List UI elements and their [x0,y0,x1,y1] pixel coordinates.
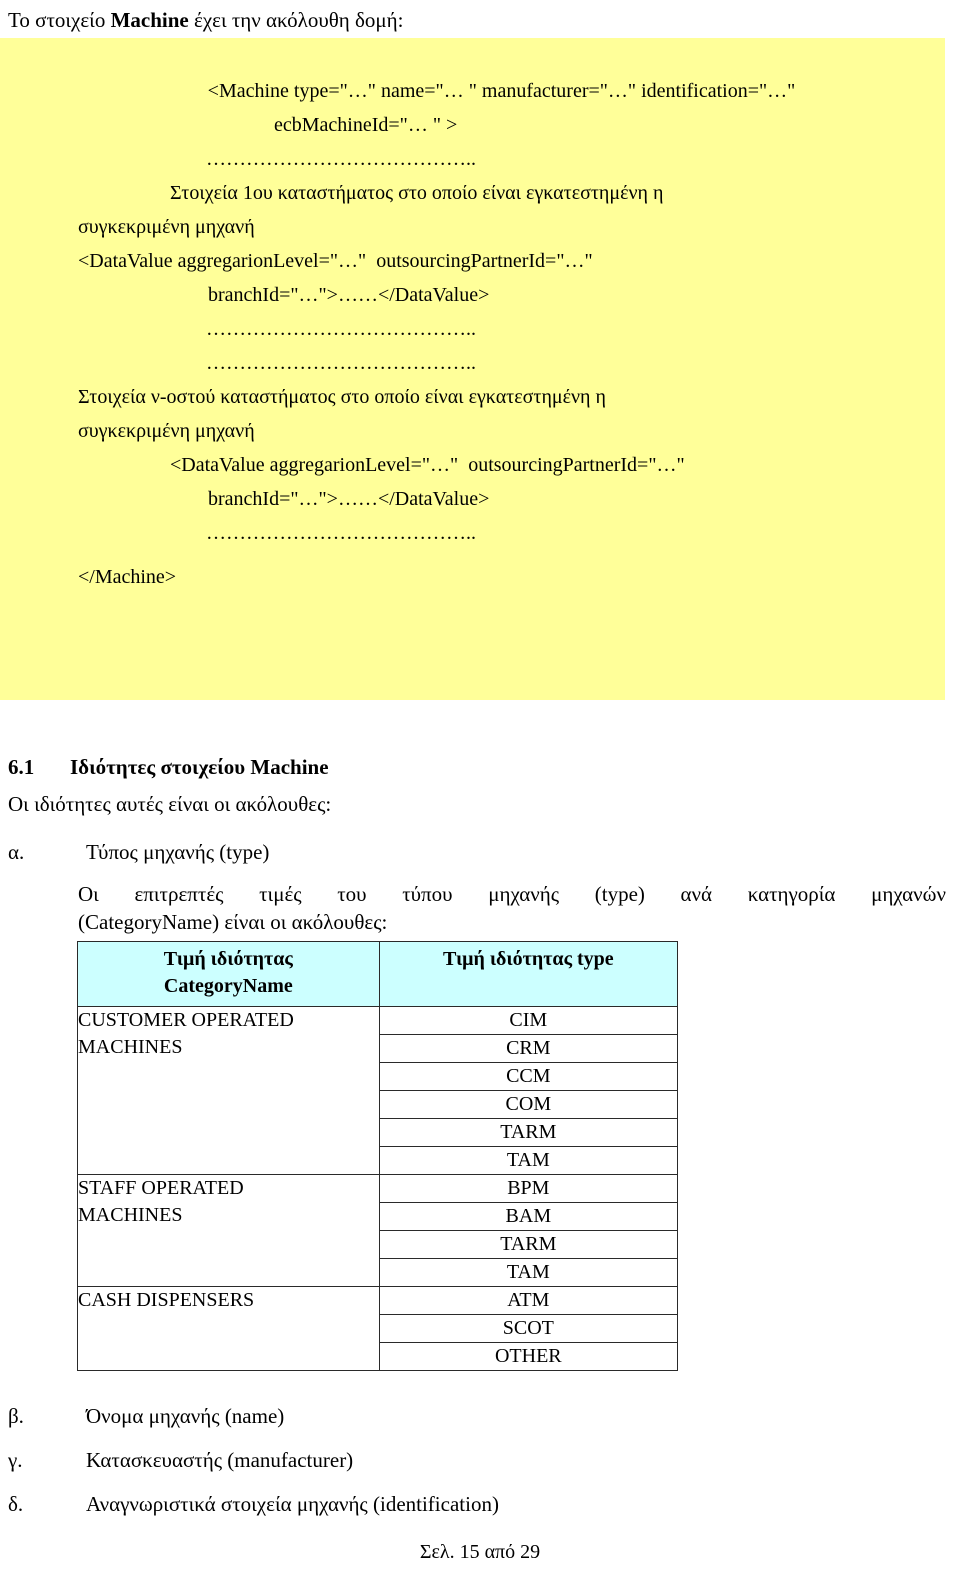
type-cell: BAM [378,1202,679,1231]
list-item-b-marker: β. [8,1404,24,1428]
section-heading: 6.1 Ιδιότητες στοιχείου Machine [8,755,329,780]
type-cell: TARM [378,1230,679,1259]
table-header-categoryname: Τιμή ιδιότητας CategoryName [77,941,380,1007]
code-line-branchn-desc: Στοιχεία ν-οστού καταστήματος στο οποίο … [78,386,606,408]
code-line-branchn-desc-cont: συγκεκριμένη μηχανή [78,420,255,442]
intro-text-before: Το στοιχείο [8,8,111,32]
code-line-branch1-desc: Στοιχεία 1ου καταστήματος στο οποίο είνα… [170,182,664,204]
category-line-1: CUSTOMER OPERATED [78,1009,294,1031]
machine-type-table: Τιμή ιδιότητας CategoryName Τιμή ιδιότητ… [77,941,679,1371]
intro-text-after: έχει την ακόλουθη δομή: [188,8,404,32]
category-line-2: MACHINES [78,1036,183,1058]
type-cell: OTHER [378,1342,679,1371]
table-row: CUSTOMER OPERATED MACHINES CIM [77,1006,679,1175]
paragraph-line-2: (CategoryName) είναι οι ακόλουθες: [78,910,388,934]
header-categoryname-line2: CategoryName [163,975,293,997]
code-line-dots-2: ………………………………….. [206,318,476,340]
code-line-machine-close: </Machine> [78,566,177,588]
list-item-c-marker: γ. [8,1448,23,1472]
list-item-b: β. Όνομα μηχανής (name) [8,1404,284,1429]
code-line-datavalue1-open: <DataValue aggregarionLevel="…" outsourc… [78,250,593,272]
list-item-a-marker: α. [8,840,25,864]
list-item-a-text: Τύπος μηχανής (type) [86,840,270,864]
section-number: 6.1 [8,755,35,779]
xml-structure-code-block: <Machine type="…" name="… " manufacturer… [0,38,945,700]
type-cell: CRM [378,1034,679,1063]
list-item-a: α. Τύπος μηχανής (type) [8,840,269,865]
category-cell-customer-operated: CUSTOMER OPERATED MACHINES [77,1006,380,1175]
list-item-d-marker: δ. [8,1492,24,1516]
type-cell: CCM [378,1062,679,1091]
category-line-1: STAFF OPERATED [78,1177,244,1199]
code-line-dots-4: ………………………………….. [206,522,476,544]
paragraph-line-1: Οι επιτρεπτές τιμές του τύπου μηχανής (t… [78,882,946,906]
code-line-datavalue1-branch: branchId="…">……</DataValue> [208,284,490,306]
code-line-ecbmachineid: ecbMachineId="… " > [274,114,458,136]
xml-code-lines: <Machine type="…" name="… " manufacturer… [78,74,925,594]
type-cell: ATM [378,1286,679,1315]
list-item-b-text: Όνομα μηχανής (name) [86,1404,285,1428]
section-lead-in: Οι ιδιότητες αυτές είναι οι ακόλουθες: [8,792,332,816]
code-line-branch1-desc-cont: συγκεκριμένη μηχανή [78,216,255,238]
intro-element-name: Machine [110,8,189,32]
header-categoryname-line1: Τιμή ιδιότητας [163,948,293,970]
type-cell: COM [378,1090,679,1119]
category-cell-cash-dispensers: CASH DISPENSERS [77,1286,380,1371]
code-line-datavaluen-open: <DataValue aggregarionLevel="…" outsourc… [170,454,685,476]
code-line-dots-1: ………………………………….. [206,148,476,170]
type-cell: BPM [378,1174,679,1203]
list-item-d: δ. Αναγνωριστικά στοιχεία μηχανής (identi… [8,1492,499,1517]
code-spacer [78,550,925,560]
table-header-row: Τιμή ιδιότητας CategoryName Τιμή ιδιότητ… [77,941,679,1007]
category-line-1: CASH DISPENSERS [78,1289,255,1311]
type-cell: TARM [378,1118,679,1147]
table-row: CASH DISPENSERS ATM [77,1286,679,1371]
code-line-machine-open: <Machine type="…" name="… " manufacturer… [207,80,796,102]
list-item-c: γ. Κατασκευαστής (manufacturer) [8,1448,353,1473]
category-cell-staff-operated: STAFF OPERATED MACHINES [77,1174,380,1287]
section-title: Ιδιότητες στοιχείου Machine [70,755,329,779]
code-line-dots-3: ………………………………….. [206,352,476,374]
type-cell: TAM [378,1146,679,1175]
type-cell: TAM [378,1258,679,1287]
list-item-c-text: Κατασκευαστής (manufacturer) [86,1448,354,1472]
table-row: STAFF OPERATED MACHINES BPM [77,1174,679,1287]
type-cell: CIM [378,1006,679,1035]
code-line-datavaluen-branch: branchId="…">……</DataValue> [208,488,490,510]
table-header-type: Τιμή ιδιότητας type [378,941,679,1007]
allowed-values-paragraph: Οι επιτρεπτές τιμές του τύπου μηχανής (t… [78,880,946,936]
type-cell: SCOT [378,1314,679,1343]
list-item-d-text: Αναγνωριστικά στοιχεία μηχανής (identifi… [86,1492,499,1516]
intro-paragraph: Το στοιχείο Machine έχει την ακόλουθη δο… [8,6,404,34]
page-footer: Σελ. 15 από 29 [419,1541,541,1563]
category-line-2: MACHINES [78,1204,183,1226]
